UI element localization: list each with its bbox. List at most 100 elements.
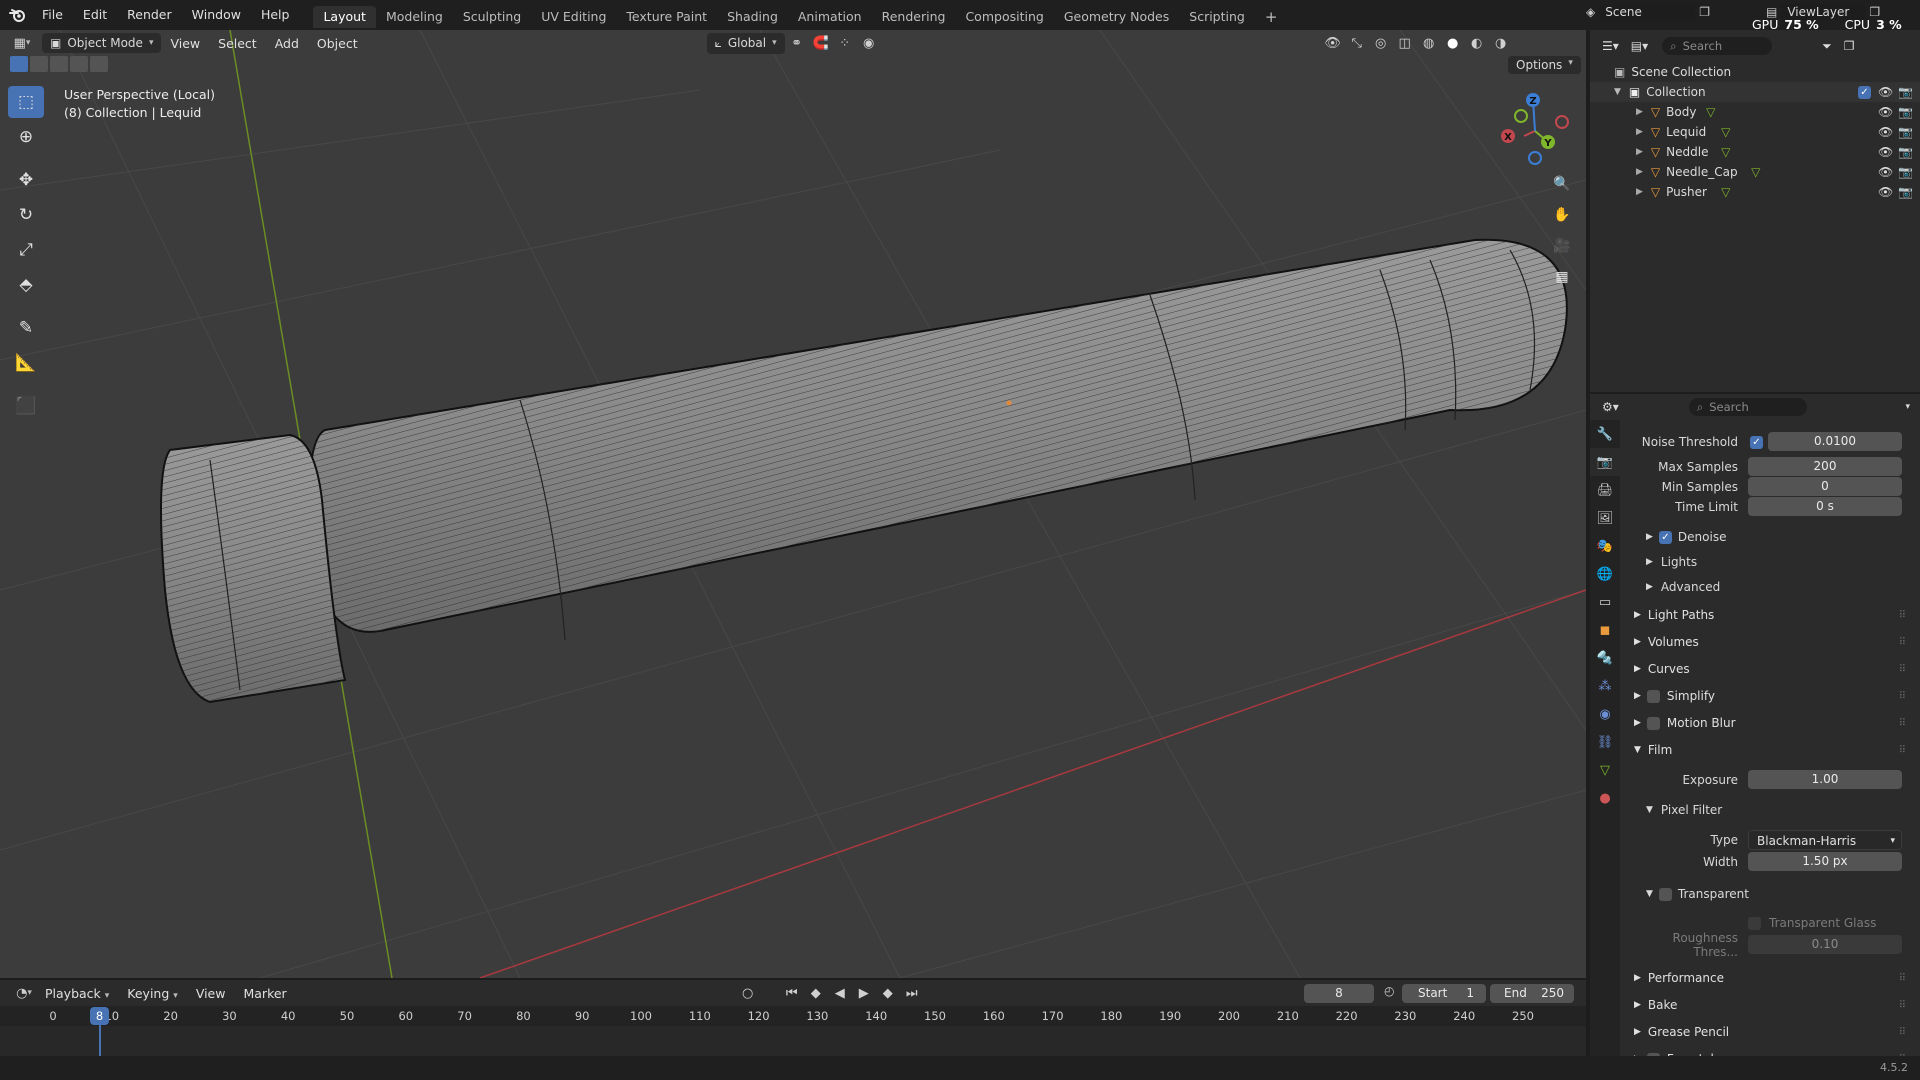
visibility-eye-icon[interactable]: 👁 — [1878, 125, 1893, 139]
output-tab-icon[interactable]: 🖨 — [1590, 476, 1620, 504]
menu-object[interactable]: Object — [308, 34, 367, 53]
advanced-subpanel[interactable]: ▶ Advanced — [1646, 577, 1720, 597]
preview-range-icon[interactable]: ◴ — [1384, 984, 1394, 998]
panel-checkbox[interactable] — [1646, 689, 1660, 703]
modifier-tab-icon[interactable]: 🔩 — [1590, 644, 1620, 672]
menu-keying[interactable]: Keying ▾ — [118, 984, 187, 1003]
snap-icon[interactable]: 🧲 — [809, 32, 833, 54]
drag-handle-icon[interactable]: ⠿ — [1899, 973, 1906, 984]
drag-handle-icon[interactable]: ⠿ — [1899, 1000, 1906, 1011]
world-tab-icon[interactable]: 🌐 — [1590, 560, 1620, 588]
menu-playback[interactable]: Playback ▾ — [36, 984, 118, 1003]
tab-rendering[interactable]: Rendering — [872, 6, 956, 28]
shading-wireframe-icon[interactable]: ◍ — [1417, 32, 1441, 54]
expand-chevron-icon[interactable]: ▶ — [1636, 187, 1643, 197]
outliner-row-object[interactable]: ▶ ▽ Needle_Cap ▽ 👁 📷 — [1590, 162, 1920, 182]
roughness-field[interactable]: 0.10 — [1748, 935, 1902, 954]
outliner-editor-icon[interactable]: ☰▾ — [1602, 39, 1619, 53]
zoom-icon[interactable]: 🔍 — [1548, 170, 1576, 198]
select-new-icon[interactable] — [10, 56, 28, 72]
menu-select[interactable]: Select — [209, 34, 266, 53]
menu-view[interactable]: View — [161, 34, 209, 53]
tab-sculpting[interactable]: Sculpting — [453, 6, 531, 28]
outliner-row-object[interactable]: ▶ ▽ Pusher ▽ 👁 📷 — [1590, 182, 1920, 202]
tab-compositing[interactable]: Compositing — [955, 6, 1053, 28]
options-dropdown[interactable]: Options ▾ — [1508, 56, 1581, 74]
object-tab-icon[interactable]: ◼ — [1590, 616, 1620, 644]
tab-layout[interactable]: Layout — [313, 6, 376, 28]
select-invert-icon[interactable] — [70, 56, 88, 72]
jump-keyframe-back-icon[interactable]: ◆ — [804, 982, 828, 1004]
mesh-data-icon[interactable]: ▽ — [1721, 185, 1730, 199]
data-tab-icon[interactable]: ▽ — [1590, 756, 1620, 784]
material-tab-icon[interactable]: ● — [1590, 784, 1620, 812]
tab-modeling[interactable]: Modeling — [376, 6, 453, 28]
proportional-edit-icon[interactable]: ◉ — [857, 32, 881, 54]
new-scene-icon[interactable]: ❐ — [1699, 5, 1710, 19]
visibility-eye-icon[interactable]: 👁 — [1878, 105, 1893, 119]
noise-threshold-checkbox[interactable]: ✓ — [1750, 435, 1763, 449]
constraints-tab-icon[interactable]: ⛓ — [1590, 728, 1620, 756]
render-camera-icon[interactable]: 📷 — [1898, 145, 1913, 159]
move-tool-icon[interactable]: ✥ — [8, 164, 44, 196]
syringe-mesh[interactable] — [160, 238, 1568, 704]
mesh-data-icon[interactable]: ▽ — [1706, 105, 1715, 119]
panel-film[interactable]: ▼ Film ⠿ — [1630, 739, 1912, 761]
transparent-glass-checkbox[interactable] — [1748, 916, 1761, 930]
timeline-track-area[interactable] — [0, 1026, 1586, 1056]
render-camera-icon[interactable]: 📷 — [1898, 85, 1913, 99]
tab-scripting[interactable]: Scripting — [1179, 6, 1255, 28]
overlay-icon[interactable]: ◎ — [1369, 32, 1393, 54]
pixel-filter-subpanel[interactable]: ▼ Pixel Filter — [1646, 800, 1722, 820]
new-collection-icon[interactable]: ❐ — [1844, 39, 1855, 53]
render-camera-icon[interactable]: 📷 — [1898, 125, 1913, 139]
drag-handle-icon[interactable]: ⠿ — [1899, 637, 1906, 648]
cursor-tool-icon[interactable]: ⊕ — [8, 121, 44, 153]
scene-selector[interactable]: ◈ Scene ❐ — [1586, 4, 1710, 20]
transparent-glass-row[interactable]: Transparent Glass — [1748, 913, 1876, 933]
shading-rendered-icon[interactable]: ◑ — [1489, 32, 1513, 54]
measure-tool-icon[interactable]: 📐 — [8, 347, 44, 379]
collection-include-checkbox[interactable]: ✓ — [1858, 85, 1871, 99]
pan-hand-icon[interactable]: ✋ — [1548, 201, 1576, 229]
properties-search-input[interactable]: ⌕ Search — [1688, 398, 1807, 416]
menu-window[interactable]: Window — [182, 0, 251, 30]
properties-editor-icon[interactable]: ⚙▾ — [1602, 400, 1619, 414]
drag-handle-icon[interactable]: ⠿ — [1899, 745, 1906, 756]
expand-chevron-icon[interactable]: ▶ — [1636, 167, 1643, 177]
chevron-down-icon[interactable]: ▾ — [1905, 402, 1910, 412]
menu-help[interactable]: Help — [251, 0, 300, 30]
add-cube-tool-icon[interactable]: ⬛ — [8, 390, 44, 422]
menu-add[interactable]: Add — [266, 34, 308, 53]
min-samples-field[interactable]: 0 — [1748, 477, 1902, 496]
panel-volumes[interactable]: ▶ Volumes ⠿ — [1630, 631, 1912, 653]
start-frame-field[interactable]: Start 1 — [1402, 984, 1486, 1003]
select-extend-icon[interactable] — [30, 56, 48, 72]
editor-type-icon[interactable]: ▦ ▾ — [10, 32, 34, 54]
drag-handle-icon[interactable]: ⠿ — [1899, 718, 1906, 729]
rotate-tool-icon[interactable]: ↻ — [8, 199, 44, 231]
tab-animation[interactable]: Animation — [788, 6, 872, 28]
expand-chevron-icon[interactable]: ▶ — [1636, 127, 1643, 137]
menu-file[interactable]: File — [32, 0, 73, 30]
menu-timeline-view[interactable]: View — [187, 984, 235, 1003]
tab-shading[interactable]: Shading — [717, 6, 788, 28]
orientation-dropdown[interactable]: ⟀ Global ▾ — [706, 32, 785, 54]
panel-grease-pencil[interactable]: ▶ Grease Pencil ⠿ — [1630, 1021, 1912, 1043]
mode-dropdown[interactable]: ▣ Object Mode ▾ — [42, 33, 162, 53]
physics-tab-icon[interactable]: ◉ — [1590, 700, 1620, 728]
gizmo-icon[interactable]: ⤡ — [1345, 32, 1369, 54]
scale-tool-icon[interactable]: ⤢ — [8, 234, 44, 266]
panel-light-paths[interactable]: ▶ Light Paths ⠿ — [1630, 604, 1912, 626]
menu-marker[interactable]: Marker — [234, 984, 295, 1003]
xray-icon[interactable]: ◫ — [1393, 32, 1417, 54]
panel-curves[interactable]: ▶ Curves ⠿ — [1630, 658, 1912, 680]
outliner-row-collection[interactable]: ▼ ▣ Collection ✓ 👁 📷 — [1590, 82, 1920, 102]
scene-tab-icon[interactable]: 🎭 — [1590, 532, 1620, 560]
collection-tab-icon[interactable]: ▭ — [1590, 588, 1620, 616]
transparent-checkbox[interactable] — [1658, 887, 1672, 901]
select-intersect-icon[interactable] — [90, 56, 108, 72]
view-layer-tab-icon[interactable]: 🖼 — [1590, 504, 1620, 532]
filter-type-dropdown[interactable]: Blackman-Harris ▾ — [1748, 830, 1902, 850]
menu-edit[interactable]: Edit — [73, 0, 117, 30]
